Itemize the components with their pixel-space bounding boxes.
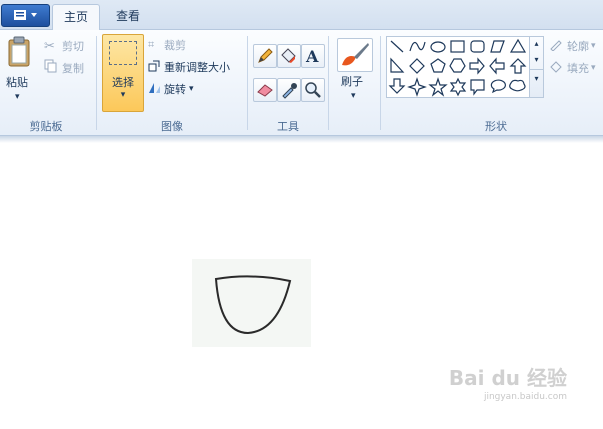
rotate-icon	[148, 82, 164, 97]
up-arrow-shape[interactable]	[509, 58, 527, 74]
eyedropper-icon	[282, 83, 297, 99]
tab-home[interactable]: 主页	[52, 4, 100, 30]
five-point-star-shape[interactable]	[428, 77, 448, 97]
rounded-rectangle-shape[interactable]	[470, 40, 485, 53]
select-label: 选择	[112, 76, 134, 89]
group-divider	[247, 36, 248, 130]
resize-button[interactable]: 重新调整大小	[148, 59, 230, 75]
text-icon: A	[305, 47, 319, 66]
cloud-callout-shape[interactable]	[509, 79, 526, 92]
resize-icon	[148, 60, 164, 75]
magnifier-tool[interactable]	[301, 78, 325, 102]
selection-icon	[109, 41, 137, 65]
left-arrow-shape[interactable]	[489, 57, 505, 75]
paste-button[interactable]: 粘贴	[6, 74, 28, 90]
tools-group-label: 工具	[277, 120, 299, 133]
fill-label: 填充	[567, 62, 589, 75]
group-divider	[380, 36, 381, 130]
line-shape[interactable]	[390, 40, 404, 53]
paint-bucket-icon	[281, 48, 296, 63]
watermark-logo: Bai du 经验	[448, 366, 567, 390]
paste-dropdown-icon[interactable]: ▾	[15, 92, 20, 102]
text-tool[interactable]: A	[301, 44, 325, 68]
bowl-drawing	[214, 275, 292, 335]
shapes-group-label: 形状	[485, 120, 507, 133]
outline-dropdown-icon: ▾	[591, 41, 596, 51]
tab-view[interactable]: 查看	[104, 4, 152, 29]
scroll-down-icon[interactable]: ▾	[530, 51, 543, 69]
oval-callout-shape[interactable]	[490, 79, 506, 94]
fill-tool[interactable]	[277, 44, 301, 68]
copy-label: 复制	[62, 61, 84, 75]
gallery-expand-icon[interactable]: ▾	[530, 69, 543, 88]
hexagon-shape[interactable]	[449, 58, 466, 73]
scroll-up-icon[interactable]: ▴	[530, 37, 543, 51]
outline-icon	[549, 38, 567, 54]
rect-callout-shape[interactable]	[470, 79, 485, 96]
svg-text:A: A	[305, 47, 319, 66]
eraser-tool[interactable]	[253, 78, 277, 102]
select-button[interactable]: 选择 ▾	[102, 34, 144, 112]
shapes-scrollbar[interactable]: ▴ ▾ ▾	[529, 36, 544, 98]
outline-label: 轮廓	[567, 40, 589, 53]
rectangle-shape[interactable]	[450, 40, 465, 53]
six-point-star-shape[interactable]	[449, 77, 467, 97]
fill-button[interactable]: 填充 ▾	[549, 60, 596, 76]
shapes-gallery	[386, 36, 530, 98]
cut-label: 剪切	[62, 40, 84, 53]
eraser-icon	[257, 84, 273, 97]
brush-button[interactable]: 刷子	[341, 73, 363, 89]
oval-shape[interactable]	[430, 41, 446, 53]
rotate-label: 旋转	[164, 83, 186, 96]
pencil-icon	[258, 48, 273, 63]
crop-icon: ⌗	[148, 38, 155, 51]
polygon-shape[interactable]	[490, 40, 505, 53]
color-picker-tool[interactable]	[277, 78, 301, 102]
pasted-image[interactable]	[192, 259, 311, 347]
magnifier-icon	[305, 82, 321, 98]
paste-label: 粘贴	[6, 76, 28, 89]
crop-button[interactable]: ⌗ 裁剪	[148, 37, 186, 53]
fill-dropdown-icon: ▾	[591, 63, 596, 73]
triangle-shape[interactable]	[509, 38, 527, 53]
cut-button[interactable]: ✂ 剪切	[44, 38, 84, 54]
group-divider	[328, 36, 329, 130]
watermark-url: jingyan.baidu.com	[483, 392, 567, 402]
select-dropdown-icon: ▾	[120, 90, 126, 100]
app-menu-button[interactable]	[1, 4, 50, 27]
crop-label: 裁剪	[164, 39, 186, 52]
curve-shape[interactable]	[409, 41, 426, 52]
image-group-label: 图像	[161, 120, 183, 133]
down-arrow-shape[interactable]	[388, 78, 406, 94]
copy-icon	[44, 59, 62, 76]
brush-dropdown-icon[interactable]: ▾	[351, 91, 356, 101]
right-triangle-shape[interactable]	[390, 57, 405, 73]
scissors-icon: ✂	[44, 38, 55, 54]
pencil-tool[interactable]	[253, 44, 277, 68]
copy-button[interactable]: 复制	[44, 59, 84, 76]
menu-icon	[13, 10, 37, 20]
rotate-button[interactable]: 旋转 ▾	[148, 81, 194, 97]
resize-label: 重新调整大小	[164, 61, 230, 74]
brush-icon	[337, 38, 373, 72]
group-divider	[96, 36, 97, 130]
diamond-shape[interactable]	[409, 58, 425, 74]
clipboard-group-label: 剪贴板	[29, 120, 63, 133]
paste-icon	[6, 36, 34, 70]
ribbon-shadow	[0, 136, 603, 143]
pentagon-shape[interactable]	[430, 58, 446, 73]
rotate-dropdown-icon: ▾	[189, 84, 194, 94]
right-arrow-shape[interactable]	[469, 57, 485, 75]
four-point-star-shape[interactable]	[407, 77, 427, 97]
outline-button[interactable]: 轮廓 ▾	[549, 38, 596, 54]
fill-icon	[549, 60, 567, 76]
